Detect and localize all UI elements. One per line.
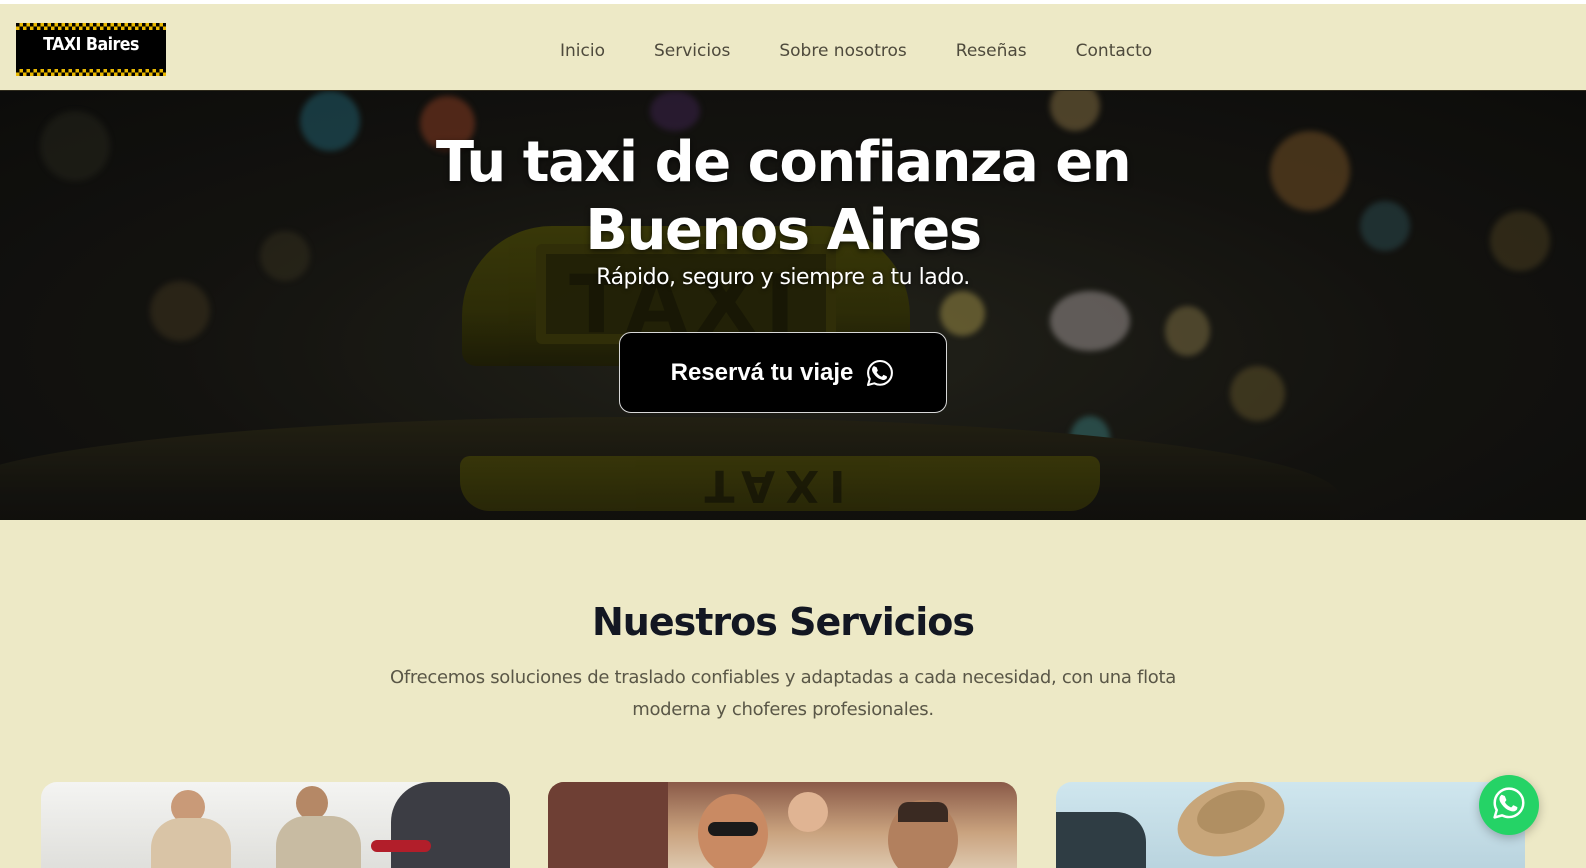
hero-title: Tu taxi de confianza en Buenos Aires xyxy=(0,129,1566,265)
nav-contacto[interactable]: Contacto xyxy=(1076,41,1153,65)
reserve-trip-label: Reservá tu viaje xyxy=(670,358,854,386)
whatsapp-floating-button[interactable] xyxy=(1479,775,1539,835)
service-card-2-image[interactable] xyxy=(548,782,1017,868)
logo-text: TAXI Baires xyxy=(43,34,139,55)
logo-checker-bottom xyxy=(16,69,166,76)
services-description: Ofrecemos soluciones de traslado confiab… xyxy=(390,667,1176,720)
nav-inicio[interactable]: Inicio xyxy=(560,41,605,65)
service-card-1-image[interactable] xyxy=(41,782,510,868)
site-header: TAXI Baires Inicio Servicios Sobre nosot… xyxy=(0,4,1586,91)
service-card-3-image[interactable] xyxy=(1056,782,1525,868)
hero-title-line1: Tu taxi de confianza en xyxy=(435,130,1132,195)
hero-title-line2: Buenos Aires xyxy=(585,198,982,263)
logo-checker-top xyxy=(16,23,166,30)
hero-subtitle: Rápido, seguro y siempre a tu lado. xyxy=(596,265,970,290)
nav-resenas[interactable]: Reseñas xyxy=(956,41,1027,65)
whatsapp-icon xyxy=(865,358,895,388)
whatsapp-icon xyxy=(1491,785,1527,825)
reserve-trip-button[interactable]: Reservá tu viaje xyxy=(619,332,947,413)
nav-servicios[interactable]: Servicios xyxy=(654,41,730,65)
main-nav: Inicio Servicios Sobre nosotros Reseñas … xyxy=(560,41,1201,65)
hero-section: TAXI TAXI Tu taxi de confianza en Buenos… xyxy=(0,91,1586,520)
nav-sobre-nosotros[interactable]: Sobre nosotros xyxy=(779,41,906,65)
logo[interactable]: TAXI Baires xyxy=(16,23,166,76)
services-title: Nuestros Servicios xyxy=(591,600,975,644)
